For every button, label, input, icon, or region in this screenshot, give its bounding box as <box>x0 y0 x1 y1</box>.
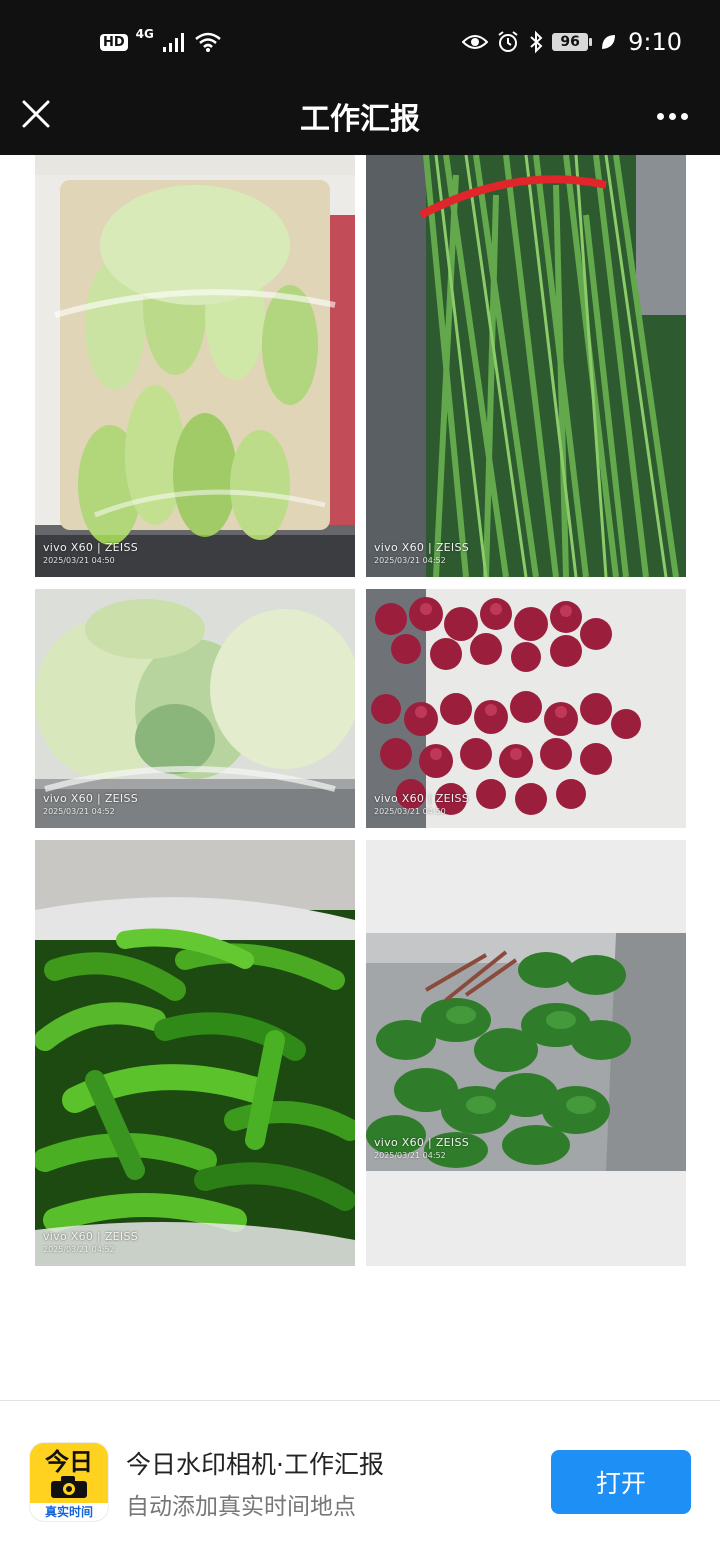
more-icon <box>656 112 664 120</box>
network-type: 4G <box>135 27 154 41</box>
photo-chives[interactable]: vivo X60 | ZEISS 2025/03/21 04:52 <box>366 155 686 577</box>
photo-watermark: vivo X60 | ZEISS 2025/03/21 04:50 <box>374 792 469 818</box>
watermark-brand: vivo X60 | ZEISS <box>43 792 139 805</box>
watermark-brand: vivo X60 | ZEISS <box>43 541 139 554</box>
photo-zucchini[interactable]: vivo X60 | ZEISS 2025/03/21 04:50 <box>35 155 355 577</box>
wifi-icon <box>195 32 221 52</box>
battery-level: 96 <box>552 33 589 51</box>
signal-icon <box>162 33 184 52</box>
title-bar: 工作汇报 <box>0 80 720 155</box>
clock: 9:10 <box>628 28 682 56</box>
watermark-time: 2025/03/21 04:52 <box>43 1245 115 1254</box>
photo-watermark: vivo X60 | ZEISS 2025/03/21 04:52 <box>374 541 469 567</box>
more-icon <box>680 112 688 120</box>
open-button[interactable]: 打开 <box>551 1450 691 1514</box>
alarm-icon <box>498 31 518 52</box>
watermark-brand: vivo X60 | ZEISS <box>43 1230 139 1243</box>
spinach-image <box>366 840 686 1266</box>
photo-spinach[interactable]: vivo X60 | ZEISS 2025/03/21 04:52 <box>366 840 686 1266</box>
photo-watermark: vivo X60 | ZEISS 2025/03/21 04:50 <box>43 541 138 567</box>
zucchini-image <box>35 155 355 577</box>
status-right: 96 9:10 <box>462 22 682 62</box>
app-icon[interactable]: 今日 真实时间 <box>30 1443 108 1521</box>
watermark-brand: vivo X60 | ZEISS <box>374 1136 470 1149</box>
status-bar: HD 4G 96 9:10 <box>0 0 720 80</box>
chives-image <box>366 155 686 577</box>
photo-watermark: vivo X60 | ZEISS 2025/03/21 04:52 <box>43 792 138 818</box>
watermark-brand: vivo X60 | ZEISS <box>374 541 470 554</box>
watermark-time: 2025/03/21 04:52 <box>43 807 115 816</box>
page-title: 工作汇报 <box>300 102 420 137</box>
app-title: 今日水印相机·工作汇报 <box>126 1450 384 1479</box>
app-icon-caption: 真实时间 <box>30 1503 108 1521</box>
peppers-image <box>35 840 355 1266</box>
more-icon <box>668 112 676 120</box>
photo-onions[interactable]: vivo X60 | ZEISS 2025/03/21 04:50 <box>366 589 686 828</box>
app-promo-banner: 今日 真实时间 今日水印相机·工作汇报 自动添加真实时间地点 打开 <box>0 1401 720 1560</box>
more-button[interactable] <box>652 98 692 134</box>
watermark-time: 2025/03/21 04:50 <box>374 807 446 816</box>
status-left: HD 4G <box>100 22 222 62</box>
watermark-brand: vivo X60 | ZEISS <box>374 792 470 805</box>
photo-peppers[interactable]: vivo X60 | ZEISS 2025/03/21 04:52 <box>35 840 355 1266</box>
hd-badge: HD <box>100 33 128 51</box>
battery-indicator: 96 <box>552 33 593 51</box>
camera-icon <box>51 1476 87 1498</box>
photo-watermark: vivo X60 | ZEISS 2025/03/21 04:52 <box>43 1230 138 1256</box>
app-icon-label: 今日 <box>45 1448 93 1476</box>
watermark-time: 2025/03/21 04:50 <box>43 556 115 565</box>
leaf-icon <box>602 35 616 49</box>
app-subtitle: 自动添加真实时间地点 <box>126 1494 356 1520</box>
watermark-time: 2025/03/21 04:52 <box>374 1151 446 1160</box>
photo-cabbage[interactable]: vivo X60 | ZEISS 2025/03/21 04:52 <box>35 589 355 828</box>
battery-tip <box>589 38 593 46</box>
watermark-time: 2025/03/21 04:52 <box>374 556 446 565</box>
photo-watermark: vivo X60 | ZEISS 2025/03/21 04:52 <box>374 1136 469 1162</box>
bluetooth-icon <box>530 30 543 54</box>
eye-icon <box>462 35 489 49</box>
